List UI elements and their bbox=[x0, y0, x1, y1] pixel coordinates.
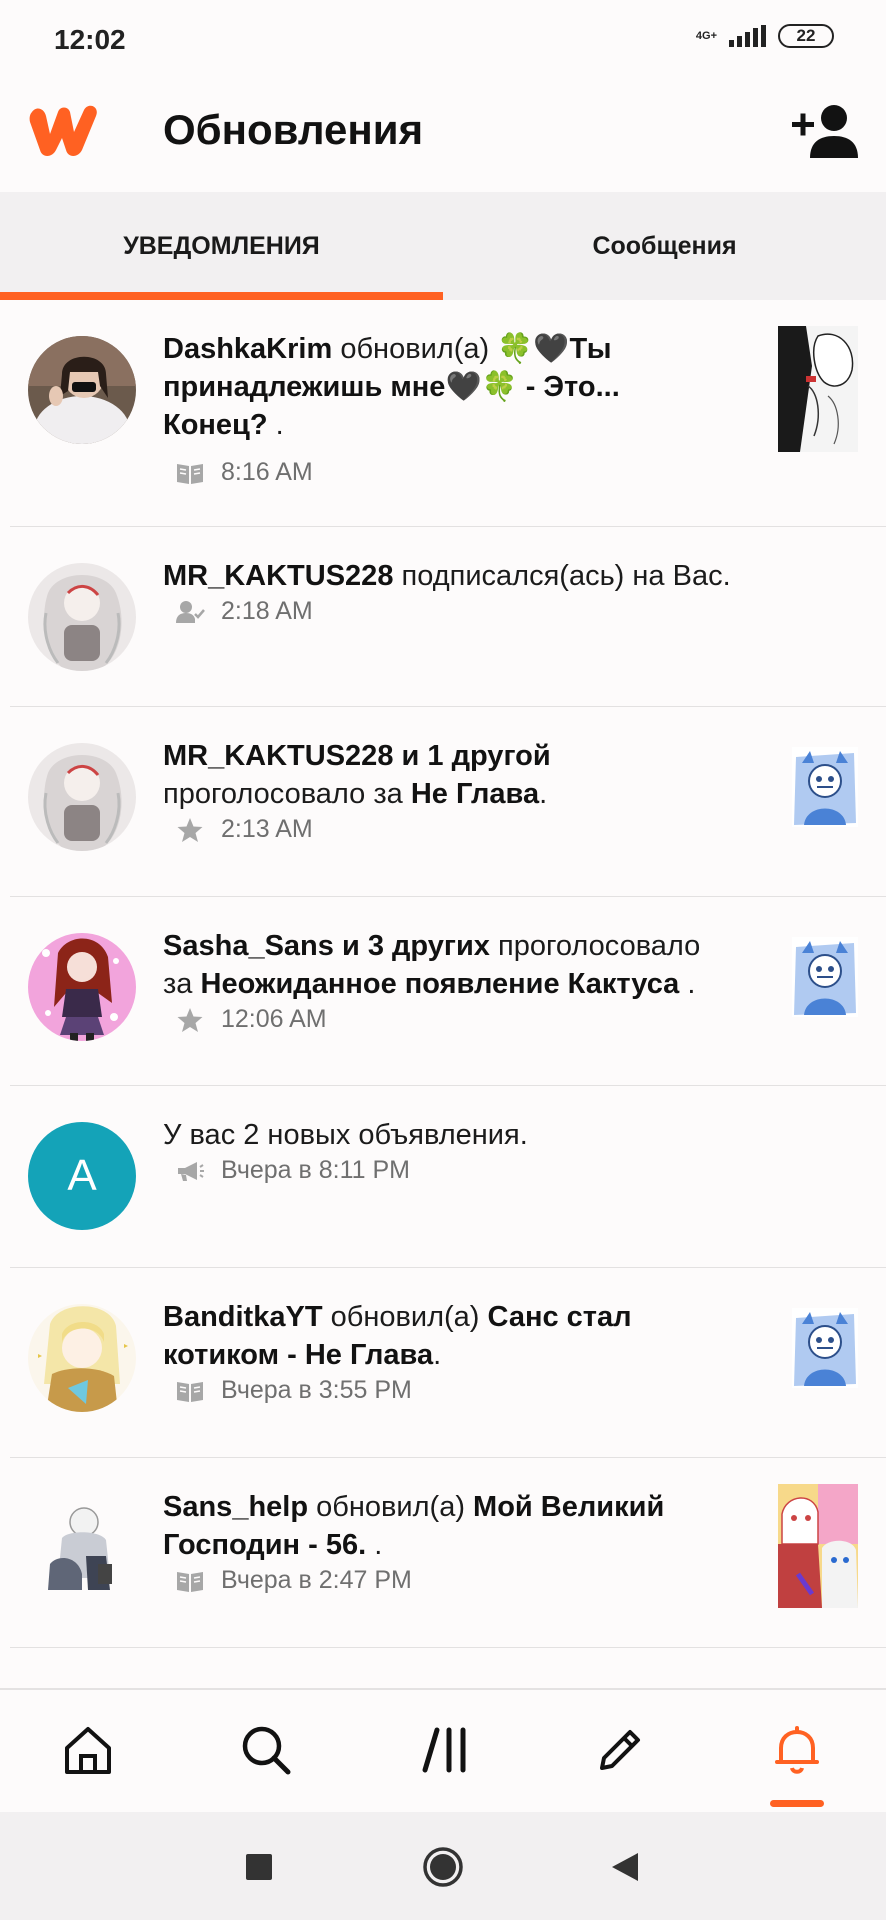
signal-icon bbox=[729, 25, 766, 47]
home-icon bbox=[65, 1727, 111, 1774]
system-navigation bbox=[0, 1812, 886, 1920]
story-cover[interactable] bbox=[778, 326, 858, 452]
story-title[interactable]: Неожиданное появление Кактуса bbox=[201, 968, 680, 1000]
avatar[interactable] bbox=[28, 1494, 136, 1602]
notification-text: Sans_help обновил(а) Мой Великий Господи… bbox=[163, 1491, 665, 1561]
bottom-navigation bbox=[0, 1688, 886, 1812]
notification-text: DashkaKrim обновил(а) 🍀🖤Ты принадлежишь … bbox=[163, 333, 620, 441]
nav-library[interactable] bbox=[409, 1714, 481, 1786]
avatar-letter: A bbox=[67, 1151, 97, 1200]
nav-notifications[interactable] bbox=[761, 1714, 833, 1786]
notification-text: BanditkaYT обновил(а) Санс стал котиком … bbox=[163, 1301, 632, 1371]
notification-meta: 12:06 AM bbox=[175, 1005, 327, 1034]
story-cover[interactable] bbox=[792, 1308, 858, 1388]
notification-meta: Вчера в 2:47 PM bbox=[175, 1566, 412, 1595]
search-icon bbox=[242, 1726, 291, 1775]
status-time: 12:02 bbox=[54, 24, 126, 55]
notification-item[interactable]: BanditkaYT обновил(а) Санс стал котиком … bbox=[0, 1268, 886, 1458]
avatar[interactable] bbox=[28, 563, 136, 671]
notification-meta: 8:16 AM bbox=[175, 458, 313, 487]
battery-icon: 22 bbox=[778, 24, 834, 48]
book-icon bbox=[177, 1381, 203, 1402]
back-button[interactable] bbox=[600, 1842, 650, 1892]
avatar[interactable] bbox=[28, 336, 136, 444]
back-triangle-icon bbox=[612, 1853, 638, 1881]
story-title-end[interactable]: Конец? bbox=[163, 409, 268, 441]
story-title[interactable]: Мой Великий bbox=[473, 1491, 664, 1523]
book-icon bbox=[177, 1571, 203, 1592]
notification-text: У вас 2 новых объявления. bbox=[163, 1119, 528, 1151]
notification-text: MR_KAKTUS228 и 1 другой проголосовало за… bbox=[163, 740, 551, 810]
story-title-cont[interactable]: котиком - Не Глава bbox=[163, 1339, 433, 1371]
tab-messages[interactable]: Сообщения bbox=[443, 192, 886, 300]
notification-time: Вчера в 2:47 PM bbox=[221, 1566, 412, 1594]
nav-home[interactable] bbox=[52, 1714, 124, 1786]
story-title[interactable]: Не Глава bbox=[411, 778, 539, 810]
notification-meta: 2:18 AM bbox=[175, 597, 313, 626]
notification-item[interactable]: Sans_help обновил(а) Мой Великий Господи… bbox=[0, 1458, 886, 1648]
wattpad-logo-icon[interactable] bbox=[26, 100, 102, 160]
story-cover[interactable] bbox=[792, 937, 858, 1017]
story-title-cont[interactable]: принадлежишь мне🖤🍀 - Это... bbox=[163, 371, 620, 403]
username[interactable]: Sasha_Sans и 3 других bbox=[163, 930, 490, 962]
add-user-icon[interactable] bbox=[792, 102, 858, 160]
notification-meta: 2:13 AM bbox=[175, 815, 313, 844]
username[interactable]: DashkaKrim bbox=[163, 333, 332, 365]
notification-text: Sasha_Sans и 3 других проголосовало за Н… bbox=[163, 930, 701, 1000]
library-icon bbox=[422, 1727, 466, 1773]
recents-button[interactable] bbox=[234, 1842, 284, 1892]
username[interactable]: Sans_help bbox=[163, 1491, 308, 1523]
user-follow-icon bbox=[176, 600, 205, 623]
page-title: Обновления bbox=[163, 106, 424, 153]
story-title-cont[interactable]: Господин - 56. bbox=[163, 1529, 366, 1561]
avatar[interactable] bbox=[28, 1304, 136, 1412]
notification-time: Вчера в 3:55 PM bbox=[221, 1376, 412, 1404]
active-tab-indicator bbox=[0, 292, 443, 300]
notification-item[interactable]: MR_KAKTUS228 и 1 другой проголосовало за… bbox=[0, 707, 886, 897]
book-icon bbox=[177, 463, 203, 484]
notification-item[interactable]: A У вас 2 новых объявления. Вчера в 8:11… bbox=[0, 1086, 886, 1268]
story-cover[interactable] bbox=[778, 1484, 858, 1608]
notification-time: 12:06 AM bbox=[221, 1005, 327, 1033]
notification-time: 2:18 AM bbox=[221, 597, 313, 625]
megaphone-icon bbox=[178, 1161, 204, 1181]
tab-notifications[interactable]: УВЕДОМЛЕНИЯ bbox=[0, 192, 443, 300]
avatar[interactable] bbox=[28, 743, 136, 851]
divider bbox=[10, 1647, 886, 1648]
bell-icon bbox=[775, 1726, 819, 1774]
notification-item[interactable]: DashkaKrim обновил(а) 🍀🖤Ты принадлежишь … bbox=[0, 300, 886, 527]
notification-item[interactable]: MR_KAKTUS228 подписался(ась) на Вас. 2:1… bbox=[0, 527, 886, 707]
notification-meta: Вчера в 8:11 PM bbox=[175, 1156, 410, 1185]
write-icon bbox=[600, 1730, 640, 1770]
status-bar: 12:02 4G+ 22 bbox=[0, 0, 886, 78]
notification-meta: Вчера в 3:55 PM bbox=[175, 1376, 412, 1405]
notification-time: 8:16 AM bbox=[221, 458, 313, 486]
network-type: 4G+ bbox=[695, 29, 717, 42]
story-cover[interactable] bbox=[792, 747, 858, 827]
story-title[interactable]: 🍀🖤Ты bbox=[497, 333, 611, 365]
username[interactable]: BanditkaYT bbox=[163, 1301, 323, 1333]
notification-text: MR_KAKTUS228 подписался(ась) на Вас. bbox=[163, 560, 731, 592]
avatar: A bbox=[28, 1122, 136, 1230]
username[interactable]: MR_KAKTUS228 и 1 другой bbox=[163, 740, 551, 772]
story-title[interactable]: Санс стал bbox=[488, 1301, 632, 1333]
home-system-button[interactable] bbox=[418, 1842, 468, 1892]
circle-icon bbox=[423, 1847, 463, 1887]
star-icon bbox=[177, 817, 203, 842]
nav-write[interactable] bbox=[584, 1714, 656, 1786]
star-icon bbox=[177, 1007, 203, 1032]
nav-search[interactable] bbox=[230, 1714, 302, 1786]
avatar[interactable] bbox=[28, 933, 136, 1041]
app-bar: Обновления bbox=[0, 78, 886, 192]
notification-time: Вчера в 8:11 PM bbox=[221, 1156, 411, 1184]
username[interactable]: MR_KAKTUS228 bbox=[163, 560, 393, 592]
notification-item[interactable]: Sasha_Sans и 3 других проголосовало за Н… bbox=[0, 897, 886, 1086]
square-icon bbox=[246, 1854, 272, 1880]
status-indicators: 4G+ 22 bbox=[696, 24, 834, 48]
notification-time: 2:13 AM bbox=[221, 815, 313, 843]
active-nav-indicator bbox=[770, 1800, 824, 1807]
tab-bar: УВЕДОМЛЕНИЯ Сообщения bbox=[0, 192, 886, 300]
